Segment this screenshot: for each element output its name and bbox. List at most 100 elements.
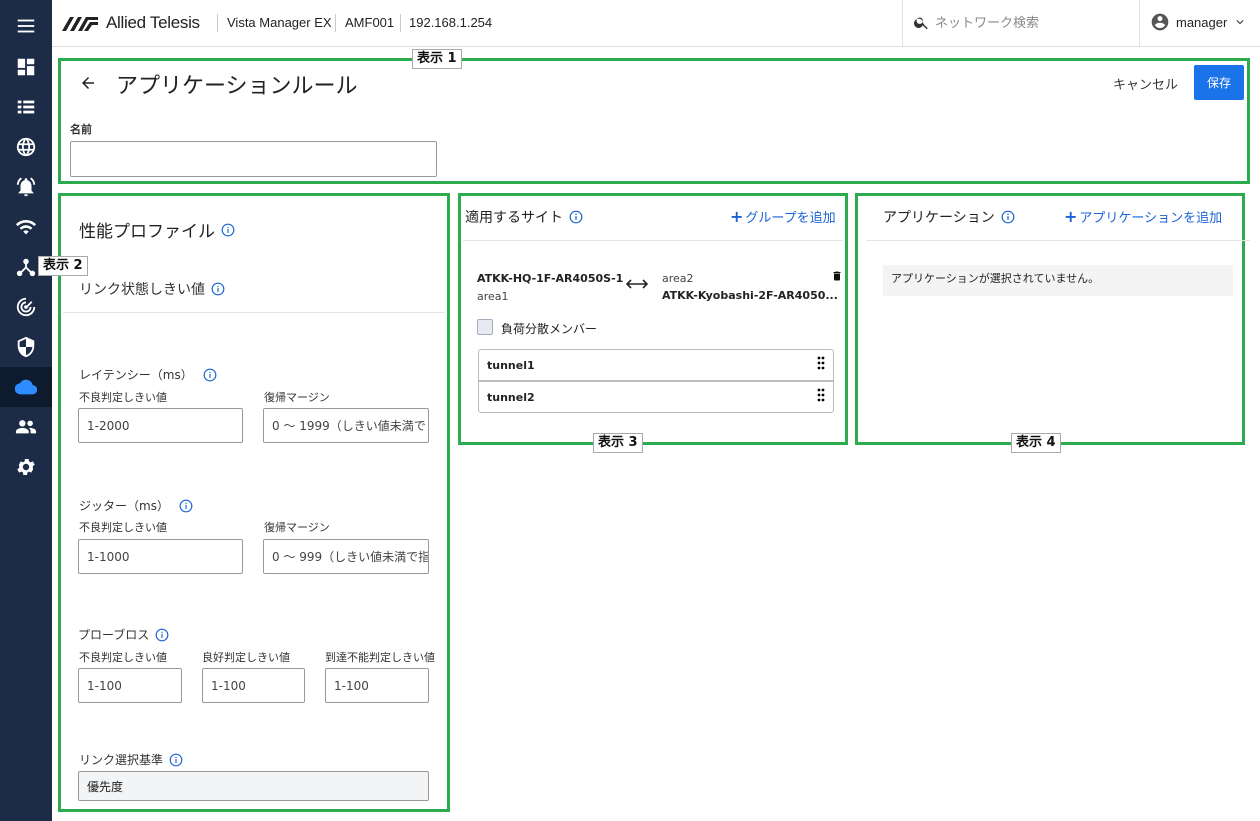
radar-icon[interactable] bbox=[0, 287, 52, 327]
header-separator bbox=[400, 14, 401, 32]
info-icon[interactable] bbox=[221, 223, 235, 237]
info-icon[interactable] bbox=[179, 499, 193, 513]
jitter-recover-input[interactable]: 0 ～ 999（しきい値未満で指 bbox=[263, 539, 429, 574]
site-b-area: area2 bbox=[662, 272, 694, 285]
brand-name: Allied Telesis bbox=[106, 13, 200, 32]
cancel-button[interactable]: キャンセル bbox=[1113, 74, 1178, 93]
plus-icon: + bbox=[1064, 207, 1078, 226]
probe-loss-title: プローブロス bbox=[78, 628, 150, 642]
latency-title: レイテンシー（ms） bbox=[79, 368, 193, 382]
info-icon[interactable] bbox=[203, 368, 217, 382]
page-title: アプリケーションルール bbox=[116, 74, 358, 99]
jitter-row: ジッター（ms） bbox=[79, 497, 193, 514]
load-balance-checkbox[interactable] bbox=[477, 319, 493, 335]
annotation-box-4 bbox=[855, 193, 1245, 445]
chevron-down-icon bbox=[1236, 20, 1244, 25]
plus-icon: + bbox=[730, 207, 744, 226]
latency-bad-input[interactable]: 1-2000 bbox=[78, 408, 243, 443]
info-icon[interactable] bbox=[169, 753, 183, 767]
profile-title: 性能プロファイル bbox=[79, 222, 215, 242]
latency-bad-label: 不良判定しきい値 bbox=[79, 391, 167, 404]
menu-icon[interactable] bbox=[0, 6, 52, 46]
search-icon bbox=[914, 17, 928, 30]
user-name: manager bbox=[1176, 14, 1228, 30]
search-input[interactable] bbox=[935, 12, 1125, 34]
probe-good-label: 良好判定しきい値 bbox=[202, 651, 290, 664]
site-b-name: ATKK-Kyobashi-2F-AR4050... bbox=[662, 289, 838, 302]
sites-title: 適用するサイト bbox=[465, 210, 563, 226]
probe-bad-input[interactable]: 1-100 bbox=[78, 668, 182, 703]
latency-recover-label: 復帰マージン bbox=[264, 391, 330, 404]
annotation-tag-2: 表示 2 bbox=[38, 256, 88, 276]
section-divider bbox=[463, 240, 843, 241]
trash-icon[interactable] bbox=[831, 269, 843, 283]
link-select-row: リンク選択基準 bbox=[79, 751, 183, 768]
info-icon[interactable] bbox=[155, 628, 169, 642]
profile-title-row: 性能プロファイル bbox=[79, 217, 235, 242]
alarm-icon[interactable] bbox=[0, 167, 52, 207]
list-icon[interactable] bbox=[0, 87, 52, 127]
site-a-name: ATKK-HQ-1F-AR4050S-1 bbox=[477, 272, 624, 285]
shield-icon[interactable] bbox=[0, 327, 52, 367]
add-application-label: アプリケーションを追加 bbox=[1079, 211, 1223, 226]
cloud-icon[interactable] bbox=[0, 367, 52, 407]
info-icon[interactable] bbox=[569, 210, 583, 224]
back-arrow-icon[interactable] bbox=[79, 74, 97, 92]
probe-loss-row: プローブロス bbox=[78, 626, 169, 643]
device-name: AMF001 bbox=[345, 15, 395, 30]
jitter-recover-label: 復帰マージン bbox=[264, 521, 330, 534]
users-icon[interactable] bbox=[0, 407, 52, 447]
brand-logo[interactable]: Allied Telesis bbox=[62, 13, 200, 33]
section-divider bbox=[63, 312, 445, 313]
probe-bad-label: 不良判定しきい値 bbox=[79, 651, 167, 664]
annotation-tag-4: 表示 4 bbox=[1011, 433, 1061, 453]
product-name: Vista Manager EX bbox=[227, 15, 332, 30]
network-search bbox=[902, 0, 1140, 46]
latency-recover-input[interactable]: 0 ～ 1999（しきい値未満で bbox=[263, 408, 429, 443]
list-item[interactable]: tunnel1 bbox=[478, 349, 834, 381]
link-threshold-row: リンク状態しきい値 bbox=[79, 279, 225, 299]
name-input[interactable] bbox=[70, 141, 437, 177]
link-threshold-title: リンク状態しきい値 bbox=[79, 282, 205, 298]
wifi-icon[interactable] bbox=[0, 207, 52, 247]
header-separator bbox=[335, 14, 336, 32]
jitter-bad-label: 不良判定しきい値 bbox=[79, 521, 167, 534]
apps-title: アプリケーション bbox=[883, 210, 995, 226]
add-application-button[interactable]: + アプリケーションを追加 bbox=[1064, 207, 1222, 226]
top-header: Allied Telesis Vista Manager EX AMF001 1… bbox=[52, 0, 1260, 47]
add-group-button[interactable]: + グループを追加 bbox=[730, 207, 836, 226]
device-ip: 192.168.1.254 bbox=[409, 15, 493, 30]
probe-unreach-input[interactable]: 1-100 bbox=[325, 668, 429, 703]
load-balance-label: 負荷分散メンバー bbox=[501, 322, 598, 336]
jitter-bad-input[interactable]: 1-1000 bbox=[78, 539, 243, 574]
dashboard-icon[interactable] bbox=[0, 47, 52, 87]
gear-icon[interactable] bbox=[0, 447, 52, 487]
name-label: 名前 bbox=[70, 123, 92, 136]
apps-title-row: アプリケーション bbox=[883, 207, 1015, 227]
latency-row: レイテンシー（ms） bbox=[79, 366, 217, 383]
sidebar bbox=[0, 0, 52, 821]
bidirectional-arrow-icon bbox=[626, 279, 648, 289]
allied-telesis-logo-icon bbox=[62, 17, 98, 31]
probe-good-input[interactable]: 1-100 bbox=[202, 668, 305, 703]
annotation-tag-1: 表示 1 bbox=[412, 49, 462, 69]
tunnel-name: tunnel1 bbox=[487, 358, 535, 372]
site-a-area: area1 bbox=[477, 290, 509, 303]
globe-icon[interactable] bbox=[0, 127, 52, 167]
add-group-label: グループを追加 bbox=[745, 211, 836, 226]
empty-message: アプリケーションが選択されていません。 bbox=[883, 265, 1233, 296]
save-button[interactable]: 保存 bbox=[1194, 65, 1244, 100]
drag-handle-icon[interactable] bbox=[817, 388, 825, 402]
user-menu[interactable]: manager bbox=[1150, 12, 1247, 32]
list-item[interactable]: tunnel2 bbox=[478, 381, 834, 413]
link-select-title: リンク選択基準 bbox=[79, 753, 164, 767]
probe-unreach-label: 到達不能判定しきい値 bbox=[325, 651, 435, 664]
tunnel-name: tunnel2 bbox=[487, 390, 535, 404]
annotation-tag-3: 表示 3 bbox=[593, 433, 643, 453]
info-icon[interactable] bbox=[1001, 210, 1015, 224]
jitter-title: ジッター（ms） bbox=[79, 499, 169, 513]
info-icon[interactable] bbox=[211, 282, 225, 296]
link-select-field[interactable]: 優先度 bbox=[78, 771, 429, 801]
drag-handle-icon[interactable] bbox=[817, 356, 825, 370]
account-circle-icon bbox=[1151, 13, 1169, 31]
